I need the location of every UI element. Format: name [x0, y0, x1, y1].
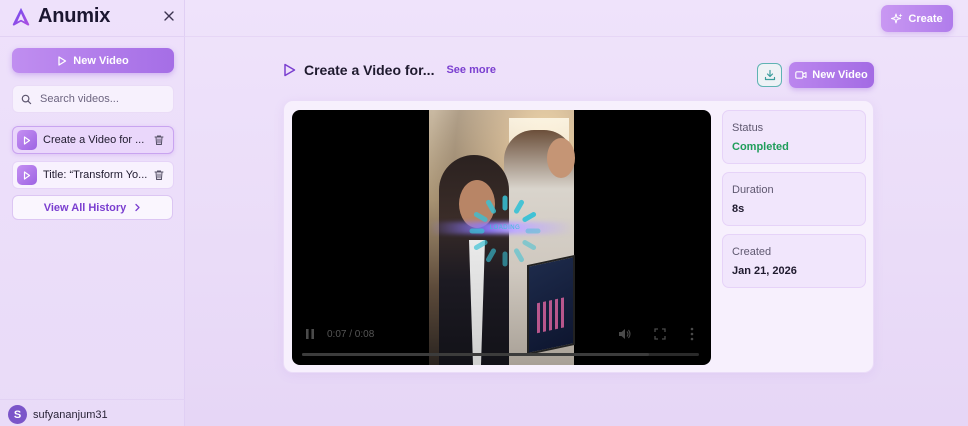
more-vertical-icon[interactable]: [690, 327, 694, 341]
progress-fill: [302, 353, 650, 356]
video-card: LOADING 0:07 / 0:08 Status Completed Dur…: [283, 100, 874, 373]
history-item-label: Create a Video for ...: [43, 134, 145, 146]
avatar: S: [8, 405, 27, 424]
play-icon: [58, 55, 67, 66]
new-video-button[interactable]: New Video: [789, 62, 874, 88]
loading-text: LOADING: [489, 225, 521, 231]
spinner-dash: [486, 199, 496, 214]
new-video-label: New Video: [812, 69, 868, 81]
spinner-dash: [514, 199, 524, 214]
brand[interactable]: Anumix: [10, 5, 110, 28]
create-button[interactable]: Create: [881, 5, 953, 32]
sidebar-divider: [0, 36, 185, 37]
spinner-dash: [473, 240, 488, 250]
spinner-dash: [514, 248, 524, 263]
status-value: Completed: [732, 141, 789, 153]
history-item[interactable]: Title: “Transform Yo...: [12, 161, 174, 189]
play-icon: [17, 165, 37, 185]
trash-icon[interactable]: [153, 169, 165, 181]
sidebar: Anumix New Video Create a Video for ... …: [0, 0, 185, 426]
trash-icon[interactable]: [153, 134, 165, 146]
download-button[interactable]: [757, 63, 782, 87]
spinner-dash: [522, 240, 537, 250]
history-item-label: Title: “Transform Yo...: [43, 169, 147, 181]
download-icon: [764, 69, 775, 81]
status-panel: Status Completed: [722, 110, 866, 164]
play-icon: [17, 130, 37, 150]
spinner-dash: [473, 212, 488, 222]
video-camera-icon: [795, 71, 807, 79]
duration-value: 8s: [732, 203, 745, 215]
new-video-label: New Video: [73, 54, 129, 67]
view-all-label: View All History: [43, 201, 127, 214]
username: sufyananjum31: [33, 408, 108, 421]
sparkle-icon: [891, 13, 903, 23]
search-box[interactable]: [12, 85, 174, 113]
created-value: Jan 21, 2026: [732, 265, 797, 277]
search-input[interactable]: [40, 93, 160, 105]
status-label: Status: [732, 122, 764, 134]
spinner-dash: [522, 212, 537, 222]
pause-icon[interactable]: [305, 328, 315, 340]
see-more-link[interactable]: See more: [446, 64, 496, 76]
created-panel: Created Jan 21, 2026: [722, 234, 866, 288]
video-time: 0:07 / 0:08: [327, 329, 375, 340]
progress-bar[interactable]: [302, 353, 699, 356]
view-all-history-button[interactable]: View All History: [12, 195, 173, 220]
user-divider: [0, 399, 185, 400]
new-video-button[interactable]: New Video: [12, 48, 174, 73]
close-icon[interactable]: [162, 9, 176, 23]
history-item[interactable]: Create a Video for ...: [12, 126, 174, 154]
fullscreen-icon[interactable]: [654, 328, 666, 340]
video-player[interactable]: LOADING 0:07 / 0:08: [292, 110, 711, 365]
brand-name: Anumix: [38, 5, 111, 27]
page-header: Create a Video for... See more: [283, 62, 496, 78]
created-label: Created: [732, 246, 772, 258]
play-icon: [284, 63, 296, 77]
search-icon: [21, 94, 32, 104]
spinner-icon: [469, 195, 541, 267]
chevron-right-icon: [135, 203, 140, 212]
video-controls: 0:07 / 0:08: [292, 317, 711, 365]
spinner-dash: [486, 248, 496, 263]
page-title: Create a Video for...: [304, 62, 435, 78]
duration-panel: Duration 8s: [722, 172, 866, 226]
user-profile[interactable]: S sufyananjum31: [8, 405, 108, 424]
create-label: Create: [908, 12, 943, 25]
volume-icon[interactable]: [618, 328, 632, 340]
duration-label: Duration: [732, 184, 774, 196]
topbar-divider: [185, 36, 968, 37]
logo-icon: [12, 7, 30, 26]
video-face: [547, 138, 575, 178]
